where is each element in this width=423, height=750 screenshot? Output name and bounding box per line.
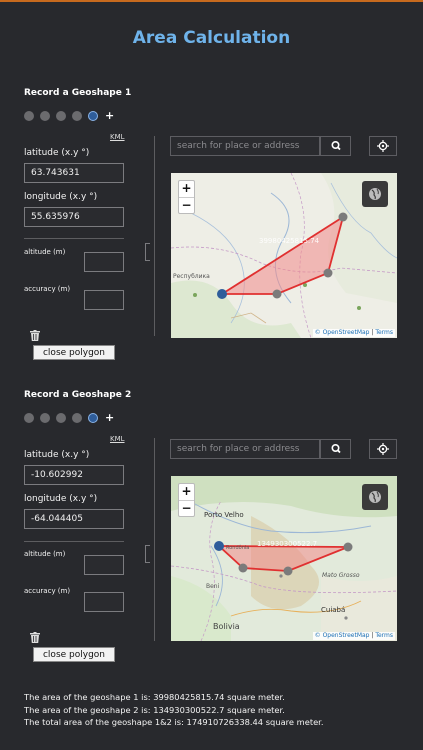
step-dot-active[interactable] <box>88 413 98 423</box>
vertex-marker[interactable] <box>238 563 248 573</box>
search-icon <box>331 444 341 454</box>
locate-button[interactable] <box>369 136 397 156</box>
latitude-label: latitude (x.y °) <box>24 148 90 158</box>
page-title: Area Calculation <box>132 28 291 48</box>
map-attribution: © OpenStreetMap | Terms <box>312 329 395 337</box>
zoom-in-button[interactable]: + <box>179 484 194 500</box>
close-polygon-button[interactable]: close polygon <box>33 345 115 360</box>
vertex-marker[interactable] <box>343 542 353 552</box>
step-dot[interactable] <box>56 111 66 121</box>
search-input[interactable]: search for place or address <box>170 439 320 459</box>
map-view[interactable]: 134930300522.7 Porto Velho Rondônia Beni… <box>171 476 397 641</box>
zoom-control: + − <box>178 483 195 517</box>
place-bolivia: Bolivia <box>213 622 240 631</box>
altitude-label: altitude (m) <box>24 550 66 558</box>
accuracy-label: accuracy (m) <box>24 285 71 293</box>
vertex-marker[interactable] <box>272 289 282 299</box>
divider <box>24 238 124 239</box>
place-rondonia: Rondônia <box>226 545 250 551</box>
search-input[interactable]: search for place or address <box>170 136 320 156</box>
vertex-marker[interactable] <box>338 212 348 222</box>
latitude-label: latitude (x.y °) <box>24 450 90 460</box>
point-stepper: + <box>24 110 114 121</box>
step-dot[interactable] <box>40 111 50 121</box>
terms-link[interactable]: Terms <box>375 329 393 336</box>
point-stepper: + <box>24 412 114 423</box>
geoshape-2-section: Record a Geoshape 2 + KML latitude (x.y … <box>0 390 423 690</box>
layers-button[interactable] <box>362 181 388 207</box>
step-dot[interactable] <box>72 111 82 121</box>
bracket-decoration <box>145 545 150 563</box>
zoom-control: + − <box>178 180 195 214</box>
longitude-label: longitude (x.y °) <box>24 192 98 202</box>
bracket-decoration <box>145 243 150 261</box>
latitude-input[interactable]: -10.602992 <box>24 465 124 485</box>
search-button[interactable] <box>320 439 351 459</box>
layers-button[interactable] <box>362 484 388 510</box>
area-label: 39980425815.74 <box>259 237 320 245</box>
altitude-input[interactable] <box>84 252 124 272</box>
zoom-out-button[interactable]: − <box>179 197 194 213</box>
vertex-marker-start[interactable] <box>217 289 227 299</box>
trash-icon[interactable] <box>30 632 40 643</box>
globe-layers-icon <box>369 188 381 200</box>
longitude-input[interactable]: 55.635976 <box>24 207 124 227</box>
trash-icon[interactable] <box>30 330 40 341</box>
longitude-label: longitude (x.y °) <box>24 494 98 504</box>
column-divider <box>154 136 155 336</box>
search-icon <box>331 141 341 151</box>
globe-layers-icon <box>369 491 381 503</box>
result-line-1: The area of the geoshape 1 is: 399804258… <box>24 692 285 702</box>
place-label: Республика <box>173 273 210 280</box>
kml-link[interactable]: KML <box>110 435 125 443</box>
divider <box>24 541 124 542</box>
step-dot[interactable] <box>72 413 82 423</box>
area-label: 134930300522.7 <box>257 540 318 548</box>
vertex-marker[interactable] <box>323 268 333 278</box>
map-attribution: © OpenStreetMap | Terms <box>312 632 395 640</box>
geoshape-1-section: Record a Geoshape 1 + KML latitude (x.y … <box>0 88 423 388</box>
osm-link[interactable]: © OpenStreetMap <box>315 329 370 336</box>
plus-icon[interactable]: + <box>105 110 114 121</box>
place-cuiaba: Cuiabá <box>321 606 346 614</box>
section-title: Record a Geoshape 1 <box>24 88 132 98</box>
locate-button[interactable] <box>369 439 397 459</box>
accuracy-input[interactable] <box>84 290 124 310</box>
search-button[interactable] <box>320 136 351 156</box>
longitude-input[interactable]: -64.044405 <box>24 509 124 529</box>
latitude-input[interactable]: 63.743631 <box>24 163 124 183</box>
result-line-2: The area of the geoshape 2 is: 134930300… <box>24 704 285 715</box>
altitude-input[interactable] <box>84 555 124 575</box>
zoom-out-button[interactable]: − <box>179 500 194 516</box>
section-title: Record a Geoshape 2 <box>24 390 132 400</box>
place-mato-grosso: Mato Grosso <box>322 572 360 579</box>
kml-link[interactable]: KML <box>110 133 125 141</box>
accuracy-input[interactable] <box>84 592 124 612</box>
results-panel: The area of the geoshape 1 is: 399804258… <box>24 691 323 729</box>
plus-icon[interactable]: + <box>105 412 114 423</box>
accuracy-label: accuracy (m) <box>24 587 71 595</box>
crosshair-icon <box>377 443 389 455</box>
map-view[interactable]: 39980425815.74 Республика + − © OpenStre… <box>171 173 397 338</box>
zoom-in-button[interactable]: + <box>179 181 194 197</box>
vertex-marker[interactable] <box>283 566 293 576</box>
step-dot[interactable] <box>24 413 34 423</box>
step-dot-active[interactable] <box>88 111 98 121</box>
close-polygon-button[interactable]: close polygon <box>33 647 115 662</box>
place-porto-velho: Porto Velho <box>204 511 244 519</box>
crosshair-icon <box>377 140 389 152</box>
step-dot[interactable] <box>40 413 50 423</box>
step-dot[interactable] <box>24 111 34 121</box>
osm-link[interactable]: © OpenStreetMap <box>315 632 370 639</box>
vertex-marker-start[interactable] <box>214 541 224 551</box>
altitude-label: altitude (m) <box>24 248 66 256</box>
place-beni: Beni <box>206 583 220 590</box>
column-divider <box>154 438 155 641</box>
terms-link[interactable]: Terms <box>375 632 393 639</box>
step-dot[interactable] <box>56 413 66 423</box>
result-line-total: The total area of the geoshape 1&2 is: 1… <box>24 717 324 727</box>
